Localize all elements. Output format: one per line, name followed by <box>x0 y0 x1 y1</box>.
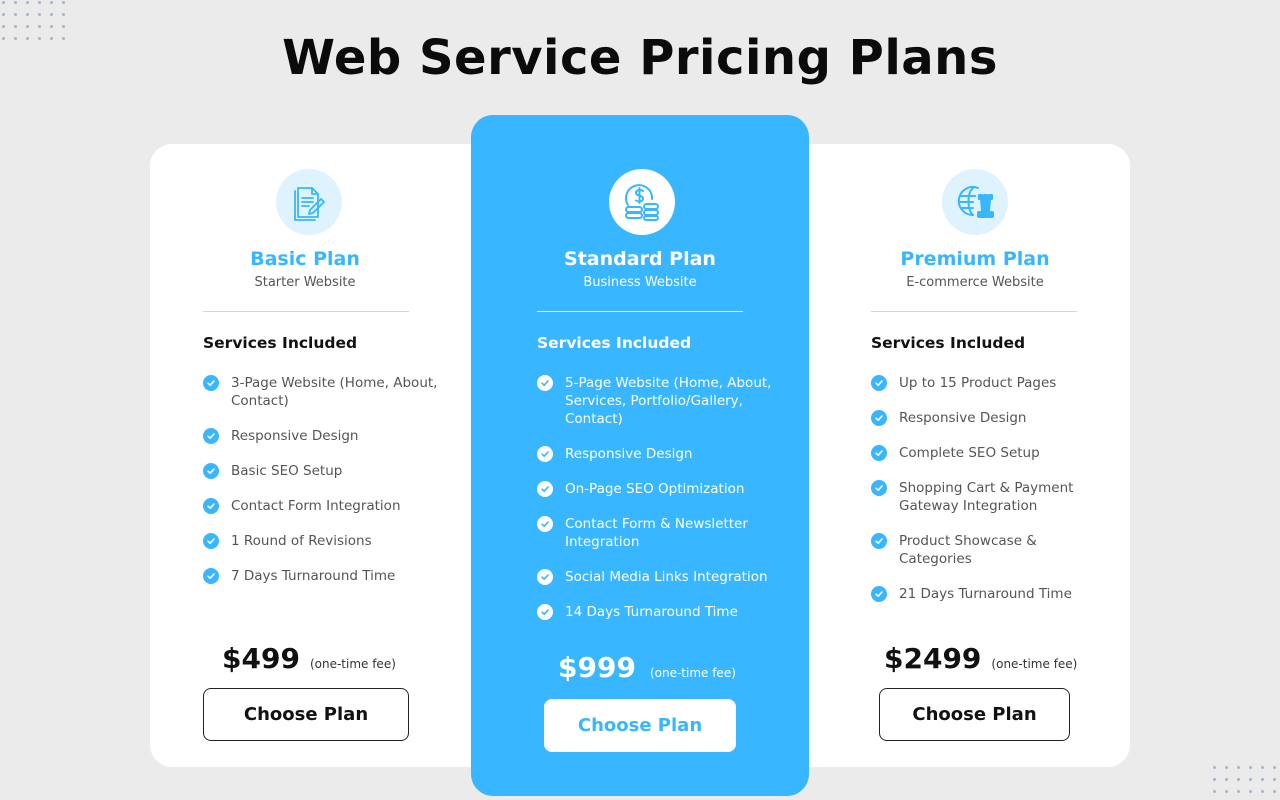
feature-item: 1 Round of Revisions <box>203 532 443 550</box>
feature-item: Contact Form Integration <box>203 497 443 515</box>
price-row: $499 (one-time fee) <box>222 642 396 675</box>
feature-item: 21 Days Turnaround Time <box>871 585 1111 603</box>
divider <box>537 311 743 312</box>
plan-subtitle: Starter Website <box>254 275 356 290</box>
feature-list: Up to 15 Product Pages Responsive Design… <box>871 374 1111 620</box>
services-heading: Services Included <box>871 334 1026 352</box>
price-note: (one-time fee) <box>309 657 396 671</box>
decorative-dot-grid-bottom-right <box>1213 766 1276 793</box>
feature-text: Complete SEO Setup <box>899 445 1040 461</box>
document-edit-icon <box>276 169 342 235</box>
price: $2499 <box>884 642 982 675</box>
feature-item: Responsive Design <box>871 409 1111 427</box>
plan-name: Basic Plan <box>250 248 360 270</box>
check-icon <box>871 533 887 549</box>
check-icon <box>537 569 553 585</box>
feature-text: 7 Days Turnaround Time <box>231 568 396 584</box>
feature-text: 5-Page Website (Home, About, Services, P… <box>565 375 772 427</box>
pricing-card-basic: Basic Plan Starter Website Services Incl… <box>150 144 460 767</box>
feature-item: 5-Page Website (Home, About, Services, P… <box>537 374 772 428</box>
feature-item: Shopping Cart & Payment Gateway Integrat… <box>871 479 1111 515</box>
plan-subtitle: E-commerce Website <box>906 275 1044 290</box>
feature-item: Product Showcase & Categories <box>871 532 1111 568</box>
plan-subtitle: Business Website <box>583 275 697 290</box>
check-icon <box>871 410 887 426</box>
check-icon <box>537 481 553 497</box>
price-note: (one-time fee) <box>991 657 1078 671</box>
price: $499 <box>222 642 300 675</box>
feature-text: Contact Form Integration <box>231 498 401 514</box>
feature-item: Basic SEO Setup <box>203 462 443 480</box>
check-icon <box>871 375 887 391</box>
check-icon <box>203 463 219 479</box>
feature-text: 1 Round of Revisions <box>231 533 372 549</box>
check-icon <box>203 533 219 549</box>
feature-item: Responsive Design <box>537 445 772 463</box>
check-icon <box>203 568 219 584</box>
feature-item: On-Page SEO Optimization <box>537 480 772 498</box>
check-icon <box>871 586 887 602</box>
divider <box>203 311 409 312</box>
feature-item: Complete SEO Setup <box>871 444 1111 462</box>
feature-text: Social Media Links Integration <box>565 569 768 585</box>
feature-text: Shopping Cart & Payment Gateway Integrat… <box>899 480 1074 514</box>
feature-text: 3-Page Website (Home, About, Contact) <box>231 375 438 409</box>
divider <box>871 311 1077 312</box>
feature-text: 14 Days Turnaround Time <box>565 604 738 620</box>
check-icon <box>537 604 553 620</box>
feature-item: Responsive Design <box>203 427 443 445</box>
check-icon <box>537 516 553 532</box>
check-icon <box>203 498 219 514</box>
feature-text: Product Showcase & Categories <box>899 533 1037 567</box>
feature-item: Up to 15 Product Pages <box>871 374 1111 392</box>
feature-text: Contact Form & Newsletter Integration <box>565 516 748 550</box>
feature-text: Up to 15 Product Pages <box>899 375 1057 391</box>
globe-strategy-icon <box>942 169 1008 235</box>
feature-text: Responsive Design <box>899 410 1027 426</box>
price-row: $999 (one-time fee) <box>558 651 736 684</box>
dollar-coins-icon <box>609 169 675 235</box>
pricing-card-premium: Premium Plan E-commerce Website Services… <box>820 144 1130 767</box>
check-icon <box>537 375 553 391</box>
check-icon <box>537 446 553 462</box>
page-title: Web Service Pricing Plans <box>282 30 998 86</box>
choose-plan-button-basic[interactable]: Choose Plan <box>203 688 409 741</box>
services-heading: Services Included <box>537 334 692 352</box>
feature-text: Responsive Design <box>231 428 359 444</box>
feature-text: 21 Days Turnaround Time <box>899 586 1072 602</box>
feature-item: Contact Form & Newsletter Integration <box>537 515 772 551</box>
check-icon <box>871 480 887 496</box>
feature-text: Responsive Design <box>565 446 693 462</box>
feature-list: 3-Page Website (Home, About, Contact) Re… <box>203 374 443 602</box>
services-heading: Services Included <box>203 334 358 352</box>
feature-item: 7 Days Turnaround Time <box>203 567 443 585</box>
check-icon <box>203 375 219 391</box>
feature-text: Basic SEO Setup <box>231 463 343 479</box>
price: $999 <box>558 651 636 684</box>
price-note: (one-time fee) <box>649 666 736 680</box>
price-row: $2499 (one-time fee) <box>884 642 1077 675</box>
choose-plan-button-standard[interactable]: Choose Plan <box>544 699 736 752</box>
plan-name: Premium Plan <box>900 248 1050 270</box>
check-icon <box>871 445 887 461</box>
check-icon <box>203 428 219 444</box>
feature-item: 3-Page Website (Home, About, Contact) <box>203 374 443 410</box>
feature-item: 14 Days Turnaround Time <box>537 603 772 621</box>
plan-name: Standard Plan <box>564 248 716 270</box>
feature-list: 5-Page Website (Home, About, Services, P… <box>537 374 772 638</box>
pricing-card-standard: Standard Plan Business Website Services … <box>471 115 809 796</box>
feature-text: On-Page SEO Optimization <box>565 481 745 497</box>
feature-item: Social Media Links Integration <box>537 568 772 586</box>
choose-plan-button-premium[interactable]: Choose Plan <box>879 688 1070 741</box>
